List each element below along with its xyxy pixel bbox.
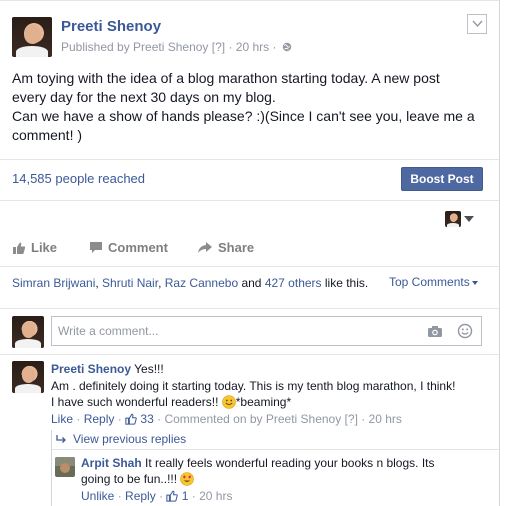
divider <box>0 354 499 355</box>
post-options-button[interactable] <box>467 14 487 34</box>
reply-like-count[interactable]: 1 <box>182 489 189 503</box>
commenter-avatar[interactable] <box>12 361 44 393</box>
chevron-down-icon <box>471 280 478 285</box>
boost-post-button[interactable]: Boost Post <box>401 167 483 191</box>
divider <box>52 449 499 450</box>
comment-first-line: Preeti Shenoy Yes!!! <box>51 361 496 377</box>
replier-name[interactable]: Arpit Shah <box>81 456 142 470</box>
post-text: Am toying with the idea of a blog marath… <box>12 69 494 145</box>
heart-eyes-emoji-icon <box>180 472 195 486</box>
post-text-line: comment! ) <box>12 127 83 143</box>
dot-separator: · <box>117 412 122 426</box>
top-comments-label: Top Comments <box>389 275 470 289</box>
divider <box>0 159 499 160</box>
comment-input[interactable] <box>52 317 412 345</box>
comment-body: *beaming* <box>235 395 292 409</box>
share-button[interactable]: Share <box>197 240 254 255</box>
reply-unlike-link[interactable]: Unlike <box>81 489 114 503</box>
reply-thread: View previous replies Arpit Shah It real… <box>51 430 499 506</box>
reply-text-line: going to be fun..!!! <box>81 471 497 487</box>
smiley-icon[interactable] <box>457 323 473 339</box>
comment-meta: · Commented on by Preeti Shenoy [?] · 20… <box>157 412 402 426</box>
top-divider <box>0 0 499 1</box>
comment-body-line: I have such wonderful readers!! *beaming… <box>51 394 496 410</box>
comment-reply-link[interactable]: Reply <box>84 412 115 426</box>
likes-separator: , <box>158 276 165 290</box>
thumbs-up-icon <box>13 242 26 254</box>
like-label: Like <box>31 240 58 255</box>
reply-arrow-icon <box>56 435 66 443</box>
camera-icon[interactable] <box>427 325 443 338</box>
comment-actions: Like · Reply · 33 · Commented on by Pree… <box>51 411 496 427</box>
reply-text-line: Arpit Shah It really feels wonderful rea… <box>81 455 497 471</box>
post-text-line: Am toying with the idea of a blog marath… <box>12 70 440 86</box>
dot-separator: · <box>76 412 81 426</box>
comment-icon <box>90 242 102 253</box>
liker-name[interactable]: Raz Cannebo <box>165 276 238 290</box>
comment-button[interactable]: Comment <box>89 240 168 255</box>
post-meta: Published by Preeti Shenoy [?] · 20 hrs … <box>61 40 292 54</box>
reply-time: · 20 hrs <box>191 489 233 503</box>
post-card: Preeti Shenoy Published by Preeti Shenoy… <box>0 0 500 506</box>
liker-name[interactable]: Shruti Nair <box>102 276 158 290</box>
author-name[interactable]: Preeti Shenoy <box>61 18 161 35</box>
liker-name[interactable]: Simran Brijwani <box>12 276 95 290</box>
view-previous-replies-label: View previous replies <box>73 432 187 446</box>
comment-like-link[interactable]: Like <box>51 412 73 426</box>
others-link[interactable]: 427 others <box>265 276 322 290</box>
reply-text: It really feels wonderful reading your b… <box>141 456 435 470</box>
divider <box>0 266 499 267</box>
chevron-down-icon <box>472 20 483 28</box>
viewer-avatar <box>12 316 44 348</box>
people-reached-link[interactable]: 14,585 people reached <box>12 171 145 186</box>
divider <box>0 200 499 201</box>
post-text-line: Can we have a show of hands please? :)(S… <box>12 108 475 124</box>
action-bar: Like Comment Share <box>0 240 499 260</box>
comment-like-count[interactable]: 33 <box>140 412 153 426</box>
globe-icon <box>282 42 291 52</box>
likes-summary: Simran Brijwani, Shruti Nair, Raz Canneb… <box>12 275 382 291</box>
reply: Arpit Shah It really feels wonderful rea… <box>81 455 497 504</box>
dot-separator: · <box>117 489 122 503</box>
view-previous-replies[interactable]: View previous replies <box>56 431 186 447</box>
share-icon <box>198 242 212 253</box>
post-meta-text: Published by Preeti Shenoy [?] · 20 hrs … <box>61 40 277 54</box>
comment-label: Comment <box>108 240 168 255</box>
comment-composer <box>51 316 482 346</box>
reply-text: going to be fun..!!! <box>81 472 181 486</box>
thumbs-up-icon <box>125 413 137 425</box>
viewer-avatar[interactable] <box>445 211 461 227</box>
chevron-down-icon[interactable] <box>464 216 474 222</box>
smile-emoji-icon <box>221 395 236 409</box>
like-button[interactable]: Like <box>12 240 57 255</box>
top-comments-dropdown[interactable]: Top Comments <box>389 275 478 289</box>
share-label: Share <box>218 240 255 255</box>
replier-avatar[interactable] <box>55 457 75 477</box>
dot-separator: · <box>159 489 164 503</box>
comment-body: Am . definitely doing it starting today.… <box>51 379 456 393</box>
divider <box>0 308 499 309</box>
reply-actions: Unlike · Reply · 1 · 20 hrs <box>81 488 497 504</box>
likes-and: and <box>238 276 265 290</box>
reply-reply-link[interactable]: Reply <box>125 489 156 503</box>
comment-body: I have such wonderful readers!! <box>51 395 222 409</box>
commenter-name[interactable]: Preeti Shenoy <box>51 362 131 376</box>
thumbs-up-icon <box>166 490 179 502</box>
comment-text: Yes!!! <box>131 362 164 376</box>
post-text-line: every day for the next 30 days on my blo… <box>12 89 276 105</box>
author-avatar[interactable] <box>12 17 52 57</box>
likes-like-this: like this. <box>321 276 369 290</box>
comment: Preeti Shenoy Yes!!! Am . definitely doi… <box>51 361 496 427</box>
